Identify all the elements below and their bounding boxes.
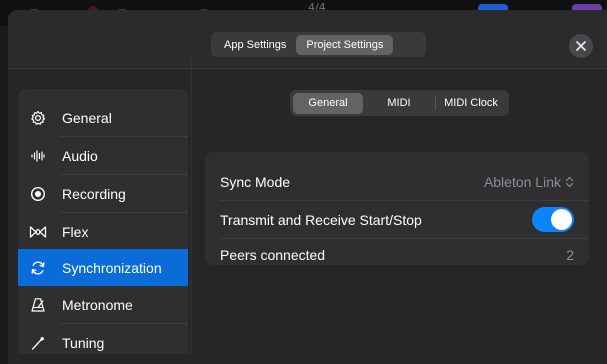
sidebar-item-flex[interactable]: Flex [18,213,188,250]
sync-tabs-segment: General MIDI MIDI Clock [290,90,509,116]
sidebar-item-label: General [62,109,112,126]
transmit-toggle[interactable] [532,207,574,232]
tab-midi-clock[interactable]: MIDI Clock [436,93,506,114]
sidebar-item-label: Metronome [62,296,133,313]
sidebar-item-metronome[interactable]: Metronome [18,286,188,323]
sync-mode-row[interactable]: Sync Mode Ableton Link [205,163,589,200]
gear-icon [28,108,48,128]
sidebar-item-synchronization[interactable]: Synchronization [18,249,188,286]
sidebar-item-label: Synchronization [62,259,162,276]
sidebar-item-audio[interactable]: Audio [18,137,188,174]
transmit-row: Transmit and Receive Start/Stop [205,201,589,238]
sidebar-item-label: Audio [62,147,98,164]
flex-icon [28,222,48,242]
sync-mode-select[interactable]: Ableton Link [484,174,574,190]
sidebar-item-general[interactable]: General [18,99,188,136]
sync-mode-label: Sync Mode [220,173,291,190]
tab-midi[interactable]: MIDI [363,93,435,114]
sidebar-item-tuning[interactable]: Tuning [18,324,188,354]
sidebar-item-label: Recording [62,185,126,202]
chevron-updown-icon [565,176,574,187]
transmit-label: Transmit and Receive Start/Stop [220,211,422,228]
tab-project-settings[interactable]: Project Settings [296,34,394,55]
sidebar-item-label: Flex [62,223,89,240]
waveform-icon [28,146,48,166]
toggle-knob [551,209,572,230]
tab-general[interactable]: General [293,92,363,114]
peers-label: Peers connected [220,246,326,263]
panel-divider [191,58,192,354]
peers-value: 2 [566,246,574,263]
sidebar-item-label: Tuning [62,334,105,351]
record-icon [28,184,48,204]
settings-sidebar: General Audio Recording Flex Synchroniza… [18,89,188,354]
modal-header: App Settings Project Settings [8,10,607,69]
close-button[interactable] [569,34,593,58]
app-screen: 4/4 App Settings Project Settings Genera… [0,0,607,364]
close-icon [576,41,586,51]
sync-settings-group: Sync Mode Ableton Link Transmit and Rece… [205,152,589,265]
tab-app-settings[interactable]: App Settings [214,35,296,55]
metronome-icon [28,295,48,315]
sync-mode-value: Ableton Link [483,173,561,190]
tuning-icon [28,333,48,353]
settings-scope-segment: App Settings Project Settings [211,32,426,57]
peers-row: Peers connected 2 [205,236,589,265]
sidebar-item-recording[interactable]: Recording [18,175,188,212]
sync-icon [28,258,48,278]
